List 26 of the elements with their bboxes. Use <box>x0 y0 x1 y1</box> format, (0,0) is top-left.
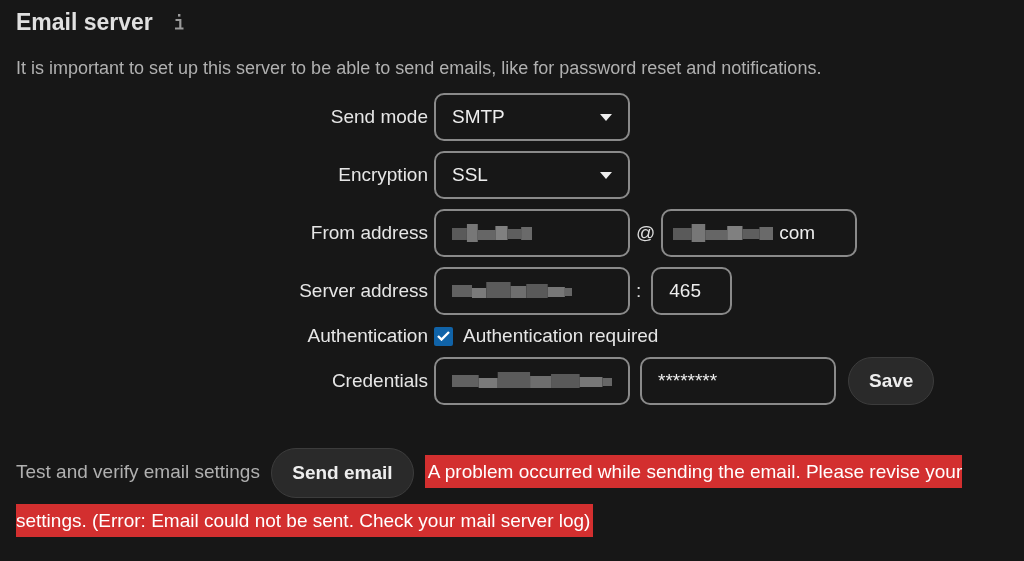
field-label: From address <box>310 222 428 244</box>
info-icon[interactable] <box>172 12 185 32</box>
input-field[interactable] <box>434 357 630 405</box>
port-field[interactable]: 465 <box>651 267 733 315</box>
checkbox-label[interactable]: Authentication required <box>463 325 659 347</box>
input-field[interactable] <box>434 209 630 257</box>
field-label: Encryption <box>338 164 428 186</box>
field-label: Credentials <box>331 370 428 392</box>
input-field[interactable]: com <box>661 209 858 257</box>
caret-icon <box>600 171 612 179</box>
field-label: Send mode <box>330 106 428 128</box>
field-label: Authentication <box>307 325 428 347</box>
checkbox[interactable] <box>434 326 453 346</box>
save-button[interactable]: Save <box>848 357 935 405</box>
caret-icon <box>600 113 612 121</box>
field-label: Server address <box>299 280 428 302</box>
section-title: Email server <box>16 8 153 36</box>
separator-text: : <box>636 280 642 302</box>
dropdown[interactable]: SSL <box>434 151 630 199</box>
section-description: It is important to set up this server to be able to send emails, like for password reset and notifications. <box>16 57 823 80</box>
input-field[interactable] <box>434 267 630 315</box>
test-label: Test and verify email settings <box>16 461 260 482</box>
send-email-button[interactable]: Send email <box>271 448 414 498</box>
dropdown[interactable]: SMTP <box>434 93 630 141</box>
separator-text: @ <box>636 222 656 244</box>
password-field[interactable]: ******** <box>640 357 836 405</box>
